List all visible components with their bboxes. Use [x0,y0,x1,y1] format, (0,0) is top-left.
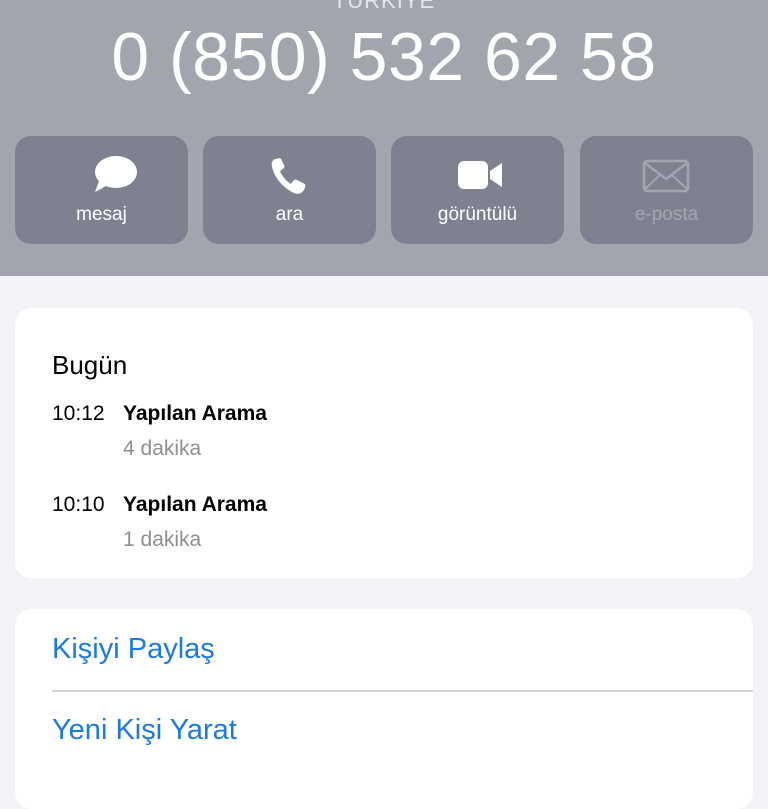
call-time: 10:12 [52,402,105,425]
message-bubble-icon [95,156,137,192]
video-camera-icon [458,161,502,189]
call-duration: 1 dakika [123,528,202,551]
phone-number: 0 (850) 532 62 58 [111,19,657,95]
contact-header: TÜRKİYE 0 (850) 532 62 58 mesaj ara görü… [0,0,768,276]
video-button[interactable]: görüntülü [391,136,564,244]
call-label: ara [275,204,304,225]
divider [52,690,753,692]
call-time: 10:10 [52,493,105,516]
call-type: Yapılan Arama [123,402,267,425]
contact-actions-card: Kişiyi Paylaş Yeni Kişi Yarat [15,609,753,809]
recent-calls-card: Bugün 10:12 Yapılan Arama 4 dakika 10:10… [15,308,753,578]
message-button[interactable]: mesaj [15,136,188,244]
recents-date-title: Bugün [52,350,128,380]
country-label: TÜRKİYE [332,0,436,13]
video-label: görüntülü [437,204,518,225]
email-button[interactable]: e-posta [580,136,753,244]
share-contact-link[interactable]: Kişiyi Paylaş [52,633,215,666]
create-new-contact-link[interactable]: Yeni Kişi Yarat [52,714,237,747]
call-type: Yapılan Arama [123,493,267,516]
envelope-icon [642,159,690,193]
phone-icon [271,158,306,194]
message-label: mesaj [76,204,127,225]
call-duration: 4 dakika [123,437,202,460]
email-label: e-posta [634,204,699,225]
call-button[interactable]: ara [203,136,376,244]
